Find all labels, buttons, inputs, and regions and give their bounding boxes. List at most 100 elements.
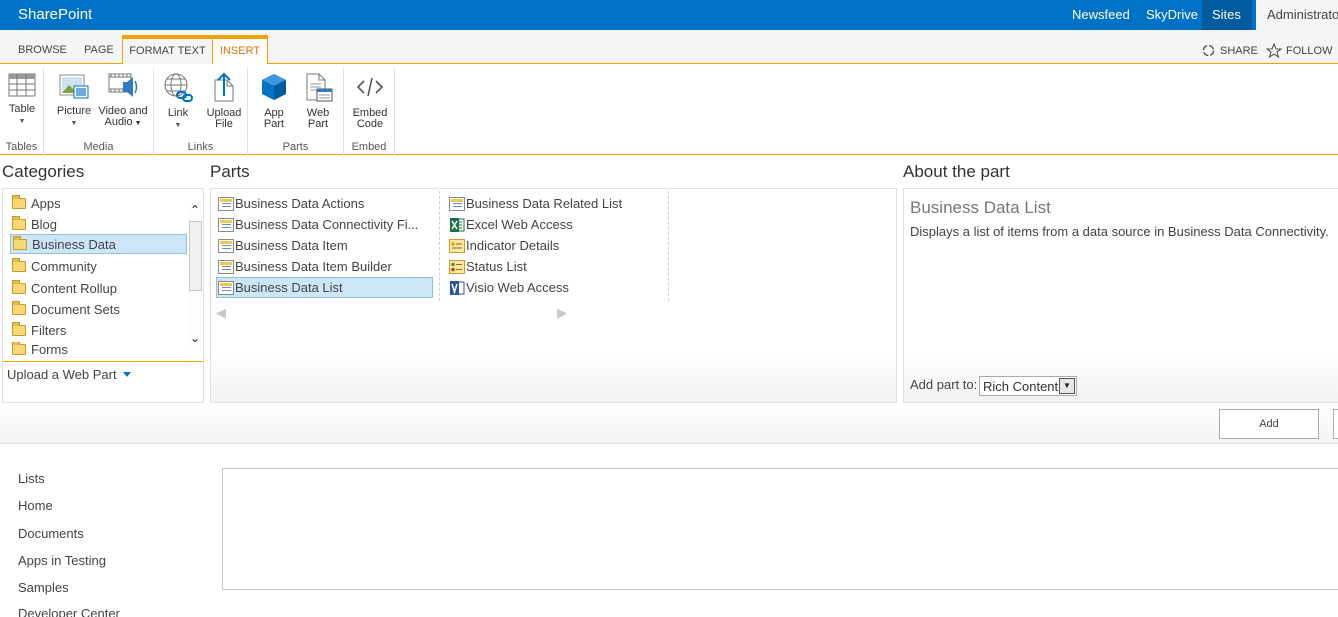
category-item[interactable]: Content Rollup bbox=[10, 278, 187, 298]
nav-item-lists[interactable]: Lists bbox=[18, 471, 45, 486]
app-part-button[interactable]: App Part bbox=[254, 72, 294, 130]
picture-caret-icon: ▼ bbox=[70, 120, 78, 127]
category-label: Document Sets bbox=[31, 301, 120, 317]
about-part-description: Displays a list of items from a data sou… bbox=[910, 224, 1329, 239]
part-item[interactable]: Business Data Connectivity Fi... bbox=[218, 214, 419, 235]
nav-item-samples[interactable]: Samples bbox=[18, 580, 69, 595]
nav-item-home[interactable]: Home bbox=[18, 498, 53, 513]
web-part-icon bbox=[306, 73, 333, 102]
indicator-icon bbox=[449, 238, 465, 253]
share-button[interactable]: SHARE bbox=[1201, 43, 1258, 58]
part-item[interactable]: Excel Web Access bbox=[449, 214, 573, 235]
excel-icon bbox=[450, 217, 465, 232]
nav-item-apps-in-testing[interactable]: Apps in Testing bbox=[18, 553, 106, 568]
category-item[interactable]: Forms bbox=[10, 342, 187, 356]
upload-file-button[interactable]: Upload File bbox=[204, 72, 244, 130]
column-divider bbox=[439, 191, 440, 301]
category-label: Filters bbox=[31, 322, 67, 338]
tab-insert[interactable]: INSERT bbox=[212, 35, 268, 65]
link-caret-icon: ▼ bbox=[174, 122, 182, 129]
picture-button[interactable]: Picture ▼ bbox=[54, 72, 94, 129]
app-part-label-2: Part bbox=[263, 118, 285, 130]
embed-code-icon bbox=[356, 77, 384, 97]
picture-icon bbox=[59, 74, 89, 99]
part-item[interactable]: Status List bbox=[449, 256, 527, 277]
part-label: Excel Web Access bbox=[466, 217, 573, 232]
embed-code-button[interactable]: Embed Code bbox=[349, 72, 391, 130]
categories-panel: Apps Blog Business Data Community Conten… bbox=[2, 188, 204, 403]
category-label: Blog bbox=[31, 216, 58, 232]
user-menu[interactable]: Administrato bbox=[1256, 0, 1338, 30]
part-item[interactable]: Visio Web Access bbox=[449, 277, 569, 298]
tab-format-text[interactable]: FORMAT TEXT bbox=[122, 35, 213, 65]
categories-divider bbox=[3, 361, 203, 362]
upload-web-part-link[interactable]: Upload a Web Part bbox=[7, 367, 131, 382]
skydrive-link[interactable]: SkyDrive bbox=[1146, 7, 1198, 22]
part-item[interactable]: Indicator Details bbox=[449, 235, 559, 256]
part-label: Business Data Item bbox=[235, 238, 348, 253]
part-label: Business Data List bbox=[235, 280, 343, 295]
link-label: Link bbox=[167, 107, 189, 119]
cancel-button[interactable] bbox=[1333, 409, 1338, 439]
category-item[interactable]: Apps bbox=[10, 193, 187, 213]
add-button[interactable]: Add bbox=[1219, 409, 1319, 439]
dropdown-chevron-icon[interactable]: ▼ bbox=[1059, 378, 1075, 394]
parts-panel: Business Data Actions Business Data Conn… bbox=[210, 188, 897, 403]
scroll-thumb[interactable] bbox=[189, 221, 202, 291]
previous-page-icon[interactable]: ◀ bbox=[216, 305, 226, 321]
folder-icon bbox=[13, 235, 27, 250]
category-item-selected[interactable]: Business Data bbox=[10, 234, 187, 254]
share-icon bbox=[1202, 44, 1215, 57]
part-item[interactable]: Business Data Actions bbox=[218, 193, 364, 214]
part-item-selected[interactable]: Business Data List bbox=[216, 277, 433, 298]
category-item[interactable]: Blog bbox=[10, 214, 187, 234]
table-button[interactable]: Table ▼ bbox=[6, 72, 38, 127]
about-panel: Business Data List Displays a list of it… bbox=[903, 188, 1338, 403]
part-label: Status List bbox=[466, 259, 527, 274]
star-icon bbox=[1266, 43, 1282, 58]
category-item[interactable]: Document Sets bbox=[10, 299, 187, 319]
group-media: Picture ▼ Video and Audio ▼ Media bbox=[44, 68, 154, 155]
follow-label: FOLLOW bbox=[1286, 44, 1333, 57]
group-media-label: Media bbox=[83, 141, 114, 153]
table-caret-icon: ▼ bbox=[18, 118, 26, 125]
next-page-icon[interactable]: ▶ bbox=[557, 305, 567, 321]
nav-item-developer-center[interactable]: Developer Center bbox=[18, 606, 120, 617]
follow-button[interactable]: FOLLOW bbox=[1266, 43, 1332, 58]
web-part-button[interactable]: Web Part bbox=[298, 72, 338, 130]
video-audio-button[interactable]: Video and Audio ▼ bbox=[96, 72, 150, 129]
newsfeed-link[interactable]: Newsfeed bbox=[1072, 7, 1130, 22]
nav-item-documents[interactable]: Documents bbox=[18, 526, 84, 541]
visio-icon bbox=[450, 280, 465, 295]
part-label: Visio Web Access bbox=[466, 280, 569, 295]
link-button[interactable]: Link ▼ bbox=[160, 72, 196, 131]
list-icon bbox=[218, 259, 234, 274]
scroll-down-icon[interactable]: ⌄ bbox=[187, 331, 203, 345]
add-part-to-select[interactable]: Rich Content ▼ bbox=[979, 376, 1077, 396]
part-item[interactable]: Business Data Item Builder bbox=[218, 256, 392, 277]
about-part-name: Business Data List bbox=[910, 198, 1051, 217]
rich-content-area[interactable] bbox=[222, 468, 1338, 590]
part-item[interactable]: Business Data Item bbox=[218, 235, 348, 256]
sites-link[interactable]: Sites bbox=[1212, 7, 1241, 22]
category-item[interactable]: Filters bbox=[10, 320, 187, 340]
tab-browse[interactable]: BROWSE bbox=[18, 44, 67, 56]
tab-page[interactable]: PAGE bbox=[84, 44, 114, 56]
part-label: Indicator Details bbox=[466, 238, 560, 253]
add-part-to-label: Add part to: bbox=[910, 377, 978, 392]
category-label: Business Data bbox=[32, 236, 116, 252]
action-bar: Add bbox=[0, 403, 1338, 444]
web-part-label-2: Part bbox=[307, 118, 329, 130]
scroll-up-icon[interactable]: ⌃ bbox=[187, 203, 203, 217]
list-icon bbox=[218, 238, 234, 253]
category-label: Apps bbox=[31, 195, 61, 211]
brand-title[interactable]: SharePoint bbox=[18, 6, 92, 23]
category-label: Content Rollup bbox=[31, 280, 117, 296]
table-icon bbox=[8, 73, 36, 97]
part-item[interactable]: Business Data Related List bbox=[449, 193, 622, 214]
group-tables-label: Tables bbox=[5, 141, 38, 153]
category-item[interactable]: Community bbox=[10, 256, 187, 276]
ribbon: Table ▼ Tables Picture ▼ Video and Audio… bbox=[0, 64, 1338, 155]
categories-scrollbar[interactable]: ⌃ ⌄ bbox=[187, 201, 203, 351]
folder-icon bbox=[12, 300, 26, 315]
